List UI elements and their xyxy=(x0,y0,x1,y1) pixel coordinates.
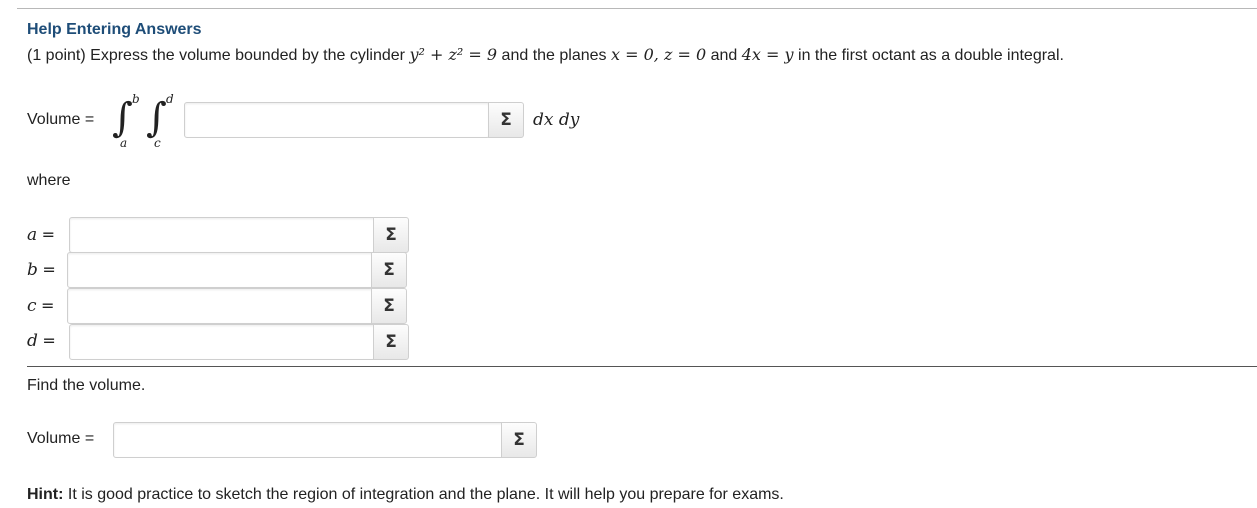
section-divider xyxy=(27,366,1257,367)
hint-prefix: Hint: xyxy=(27,486,64,503)
limit-a-equation-editor-button[interactable]: Σ xyxy=(373,217,409,253)
limit-a-input[interactable] xyxy=(69,217,376,253)
limit-d-label: d = xyxy=(27,331,56,351)
find-volume-prompt: Find the volume. xyxy=(27,377,146,394)
problem-intro: (1 point) Express the volume bounded by … xyxy=(27,47,405,64)
limit-c-label: c = xyxy=(27,296,54,316)
problem-statement: (1 point) Express the volume bounded by … xyxy=(27,45,1064,65)
limit-b-eq: = xyxy=(42,260,56,279)
outer-upper-limit: b xyxy=(132,92,140,106)
differentials: dx dy xyxy=(533,110,580,130)
sigma-icon: Σ xyxy=(383,260,395,280)
volume-answer-label: Volume = xyxy=(27,430,95,447)
integrand-input[interactable] xyxy=(184,102,490,138)
top-divider xyxy=(17,8,1257,9)
limit-c-var: c xyxy=(27,296,37,316)
inner-integral-symbol: ∫ xyxy=(146,95,167,141)
problem-planes-text: and the planes xyxy=(501,47,607,64)
limit-a-var: a xyxy=(27,225,38,245)
outer-integral-symbol: ∫ xyxy=(112,95,133,141)
double-integral-sign: ∫ b a ∫ d c xyxy=(110,92,180,152)
cylinder-equation: y² + z² = 9 xyxy=(409,45,498,64)
limit-a-label: a = xyxy=(27,225,55,245)
integrand-equation-editor-button[interactable]: Σ xyxy=(488,102,524,138)
sigma-icon: Σ xyxy=(385,332,397,352)
volume-equation-editor-button[interactable]: Σ xyxy=(501,422,537,458)
limit-b-var: b xyxy=(27,260,38,280)
hint-text: Hint: It is good practice to sketch the … xyxy=(27,486,784,504)
problem-tail-text: in the first octant as a double integral… xyxy=(798,47,1064,64)
limit-a-eq: = xyxy=(41,225,55,244)
limit-c-equation-editor-button[interactable]: Σ xyxy=(371,288,407,324)
sigma-icon: Σ xyxy=(385,225,397,245)
limit-d-input[interactable] xyxy=(69,324,376,360)
volume-integral-label: Volume = xyxy=(27,111,95,128)
volume-answer-input[interactable] xyxy=(113,422,505,458)
help-entering-answers-link[interactable]: Help Entering Answers xyxy=(27,21,202,39)
limit-b-equation-editor-button[interactable]: Σ xyxy=(371,252,407,288)
hint-body: It is good practice to sketch the region… xyxy=(67,486,784,503)
plane-equation-2: 4x = y xyxy=(741,45,794,64)
limit-b-label: b = xyxy=(27,260,56,280)
sigma-icon: Σ xyxy=(500,110,512,130)
limit-d-var: d xyxy=(27,331,38,351)
sigma-icon: Σ xyxy=(513,430,525,450)
problem-and-text: and xyxy=(710,47,738,64)
inner-upper-limit: d xyxy=(166,92,174,106)
limit-c-input[interactable] xyxy=(67,288,374,324)
limit-c-eq: = xyxy=(40,296,55,315)
outer-lower-limit: a xyxy=(120,136,128,150)
limit-d-eq: = xyxy=(42,331,56,350)
limit-b-input[interactable] xyxy=(67,252,374,288)
limit-d-equation-editor-button[interactable]: Σ xyxy=(373,324,409,360)
sigma-icon: Σ xyxy=(383,296,395,316)
where-label: where xyxy=(27,172,71,189)
plane-equations-1: x = 0, z = 0 xyxy=(610,45,707,64)
inner-lower-limit: c xyxy=(154,136,161,150)
